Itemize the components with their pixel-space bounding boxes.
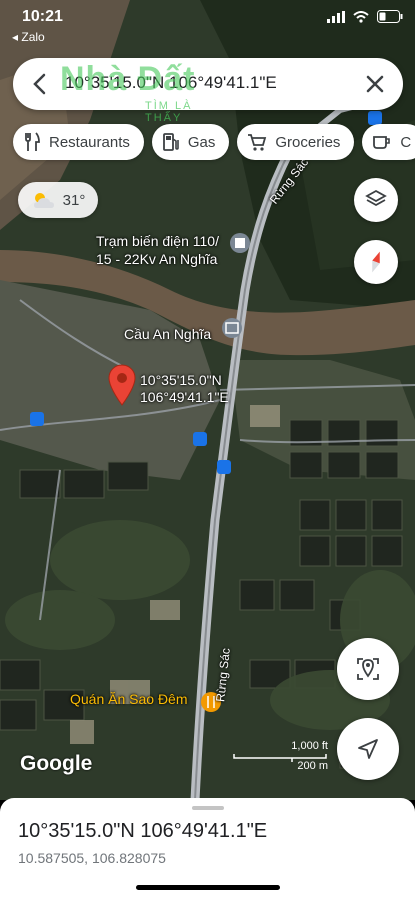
clear-icon[interactable]	[361, 70, 389, 98]
chip-coffee[interactable]: C	[362, 124, 415, 160]
search-bar[interactable]: 10°35'15.0"N 106°49'41.1"E	[13, 58, 403, 110]
sheet-grab-handle[interactable]	[192, 806, 224, 810]
directions-button[interactable]	[337, 718, 399, 780]
layers-button[interactable]	[354, 178, 398, 222]
cart-icon	[248, 134, 267, 151]
chip-restaurants[interactable]: Restaurants	[13, 124, 144, 160]
location-target-icon	[357, 658, 379, 680]
back-arrow-icon[interactable]	[27, 70, 55, 98]
google-logo: Google	[20, 752, 93, 775]
layers-icon	[365, 189, 387, 207]
category-chips: Restaurants Gas Groceries C	[13, 124, 415, 160]
gas-pump-icon	[162, 133, 179, 151]
scale-meters: 200 m	[297, 760, 328, 772]
status-icons	[327, 10, 403, 23]
substation-label[interactable]: Trạm biến điện 110/ 15 - 22Kv An Nghĩa	[96, 232, 219, 268]
compass-button[interactable]	[354, 240, 398, 284]
location-pin-icon[interactable]	[108, 364, 136, 406]
partly-cloudy-icon	[33, 193, 54, 208]
sheet-decimal-coordinates[interactable]: 10.587505, 106.828075	[18, 850, 166, 866]
status-bar: 10:21 ◂ Zalo	[0, 0, 415, 50]
chip-label: Groceries	[275, 133, 341, 151]
chip-groceries[interactable]: Groceries	[237, 124, 355, 160]
weather-chip[interactable]: 31°	[18, 182, 98, 218]
cellular-signal-icon	[327, 10, 345, 23]
fork-knife-icon	[25, 132, 40, 151]
scale-feet: 1,000 ft	[291, 740, 328, 752]
weather-temperature: 31°	[62, 191, 86, 209]
sheet-coordinates: 10°35'15.0"N 106°49'41.1"E	[18, 820, 268, 842]
back-to-app-link[interactable]: ◂ Zalo	[12, 30, 45, 44]
bridge-label[interactable]: Cầu An Nghĩa	[124, 325, 211, 343]
compass-icon	[372, 251, 380, 273]
navigation-arrow-icon	[358, 739, 378, 759]
chip-label: C	[400, 133, 412, 151]
wifi-icon	[353, 10, 369, 23]
place-sheet[interactable]: 10°35'15.0"N 106°49'41.1"E 10.587505, 10…	[0, 798, 415, 900]
coffee-icon	[373, 136, 391, 149]
restaurant-label[interactable]: Quán Ăn Sao Đêm	[70, 690, 188, 708]
my-location-button[interactable]	[337, 638, 399, 700]
chip-label: Restaurants	[49, 133, 130, 151]
chip-gas[interactable]: Gas	[151, 124, 230, 160]
home-indicator[interactable]	[136, 885, 280, 890]
pin-coordinates-label: 10°35'15.0"N 106°49'41.1"E	[140, 372, 229, 405]
search-query[interactable]: 10°35'15.0"N 106°49'41.1"E	[65, 73, 277, 93]
chip-label: Gas	[187, 133, 216, 151]
status-time: 10:21	[22, 8, 63, 25]
battery-icon	[377, 10, 403, 23]
